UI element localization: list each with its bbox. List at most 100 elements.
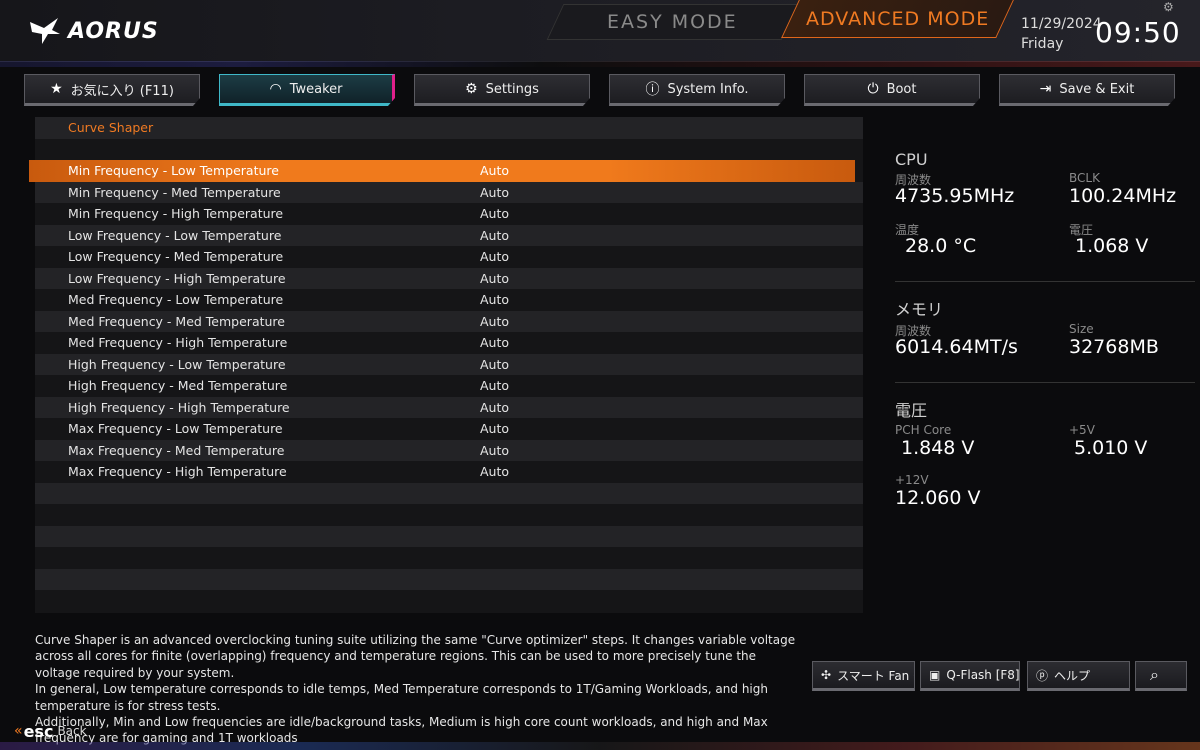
power-icon: ⏻ [867,81,879,97]
settings-row[interactable]: Med Frequency - High Temperature Auto [35,332,863,354]
tab-save-exit[interactable]: ⇥ Save & Exit [999,74,1175,106]
settings-row[interactable]: Low Frequency - Med Temperature Auto [35,246,863,268]
easy-mode-button[interactable]: EASY MODE [546,4,799,40]
settings-row[interactable]: High Frequency - High Temperature Auto [35,396,863,419]
setting-value[interactable]: Auto [480,203,509,225]
setting-label: Max Frequency - Med Temperature [68,442,285,458]
gear-icon: ⚙ [465,81,478,97]
plus5v-value: 5.010 V [1074,437,1148,459]
bclk-label: BCLK [1069,171,1100,185]
setting-value[interactable]: Auto [480,397,509,419]
setting-value[interactable]: Auto [480,461,509,483]
help-icon: ⓟ [1036,668,1049,683]
plus12v-label: +12V [895,473,929,487]
setting-value[interactable]: Auto [480,182,509,204]
smart-fan-button[interactable]: ✣ スマート Fan 6 [F [812,661,915,691]
date-display: 11/29/2024 Friday [1021,14,1102,54]
tab-boot[interactable]: ⏻ Boot [804,74,980,106]
setting-value[interactable]: Auto [480,246,509,268]
setting-label: High Frequency - Med Temperature [68,378,288,393]
settings-row[interactable]: Min Frequency - Med Temperature Auto [35,181,863,204]
advanced-mode-button[interactable]: ADVANCED MODE [781,0,1014,38]
setting-label: Low Frequency - Low Temperature [68,227,282,243]
setting-label: High Frequency - Low Temperature [68,356,286,372]
clock: 09:50 [1095,16,1181,49]
settings-row[interactable]: Low Frequency - High Temperature Auto [35,267,863,290]
tab-system-info[interactable]: ⓘ System Info. [609,74,785,106]
voltage-pch-5v: PCH Core 1.848 V +5V 5.010 V [895,423,1185,473]
setting-value[interactable]: Auto [480,354,509,376]
help-description: Curve Shaper is an advanced overclocking… [35,632,800,747]
speedometer-icon: ◠ [269,81,282,97]
settings-row[interactable]: Max Frequency - Med Temperature Auto [35,439,863,462]
pch-core-label: PCH Core [895,423,952,437]
setting-label: Min Frequency - Low Temperature [68,163,279,178]
settings-row[interactable]: Min Frequency - High Temperature Auto [35,203,863,225]
esc-back-button[interactable]: « esc Back [14,720,124,742]
help-button[interactable]: ⓟ ヘルプ [1027,661,1130,691]
setting-label: Med Frequency - Med Temperature [68,313,285,329]
settings-row[interactable]: Max Frequency - High Temperature Auto [35,461,863,483]
smart-fan-label: スマート Fan 6 [F [837,668,914,683]
settings-row[interactable]: High Frequency - Med Temperature Auto [35,375,863,397]
setting-label: High Frequency - High Temperature [68,399,290,415]
aorus-logo: AORUS [28,16,159,46]
q-flash-icon: ▣ [929,668,941,682]
back-label: Back [57,724,87,738]
q-flash-button[interactable]: ▣ Q-Flash [F8] [920,661,1020,691]
settings-row[interactable]: High Frequency - Low Temperature Auto [35,353,863,376]
setting-value[interactable]: Auto [480,440,509,462]
q-flash-label: Q-Flash [F8] [946,668,1020,682]
tab-settings[interactable]: ⚙ Settings [414,74,590,106]
memory-title: メモリ [895,300,944,319]
search-button[interactable]: ⌕ [1135,661,1187,691]
memory-size-label: Size [1069,322,1094,336]
divider [895,281,1195,282]
plus5v-label: +5V [1069,423,1095,437]
help-label: ヘルプ [1054,668,1091,683]
tab-label: Tweaker [289,81,343,97]
setting-label: Low Frequency - High Temperature [68,270,286,286]
memory-freq-size: 周波数 6014.64MT/s Size 32768MB [895,322,1185,372]
settings-row[interactable]: Med Frequency - Med Temperature Auto [35,310,863,333]
cpu-freq-value: 4735.95MHz [895,185,1015,207]
tab-label: お気に入り (F11) [70,83,174,99]
description-paragraph: Curve Shaper is an advanced overclocking… [35,633,796,680]
cpu-freq-bclk: 周波数 4735.95MHz BCLK 100.24MHz [895,171,1185,221]
settings-row[interactable]: Max Frequency - Low Temperature Auto [35,418,863,440]
system-info-panel: CPU 周波数 4735.95MHz BCLK 100.24MHz 温度 28.… [895,150,1195,523]
tab-tweaker[interactable]: ◠ Tweaker [219,74,395,106]
brand-name: AORUS [68,18,159,44]
blank-row [35,547,863,569]
tab-label: Save & Exit [1059,81,1135,97]
cpu-volt-value: 1.068 V [1075,235,1149,257]
setting-value[interactable]: Auto [480,332,509,354]
settings-row[interactable]: Low Frequency - Low Temperature Auto [35,224,863,247]
setting-value[interactable]: Auto [480,160,509,182]
advanced-mode-label: ADVANCED MODE [806,7,990,30]
setting-value[interactable]: Auto [480,418,509,440]
settings-panel: Curve Shaper Min Frequency - Low Tempera… [29,117,863,613]
fan-icon: ✣ [821,668,832,682]
settings-row[interactable]: Med Frequency - Low Temperature Auto [35,289,863,311]
setting-value[interactable]: Auto [480,311,509,333]
settings-gear-icon[interactable]: ⚙ [1163,0,1174,14]
divider [895,382,1195,383]
blank-row [35,525,863,547]
esc-key-label: esc [23,721,54,741]
pch-core-value: 1.848 V [901,437,975,459]
setting-value[interactable]: Auto [480,289,509,311]
memory-size-value: 32768MB [1069,336,1159,358]
tab-favorites[interactable]: ★ お気に入り (F11) [24,74,200,106]
tab-label: System Info. [667,81,749,97]
setting-value[interactable]: Auto [480,268,509,290]
setting-value[interactable]: Auto [480,375,509,397]
setting-value[interactable]: Auto [480,225,509,247]
blank-row [35,139,863,161]
blank-row [35,504,863,526]
setting-label: Max Frequency - High Temperature [68,464,287,479]
cpu-temp-value: 28.0 °C [905,235,977,257]
voltage-title: 電圧 [895,401,928,420]
settings-row-selected[interactable]: Min Frequency - Low Temperature Auto [29,160,855,182]
plus12v-value: 12.060 V [895,487,981,509]
